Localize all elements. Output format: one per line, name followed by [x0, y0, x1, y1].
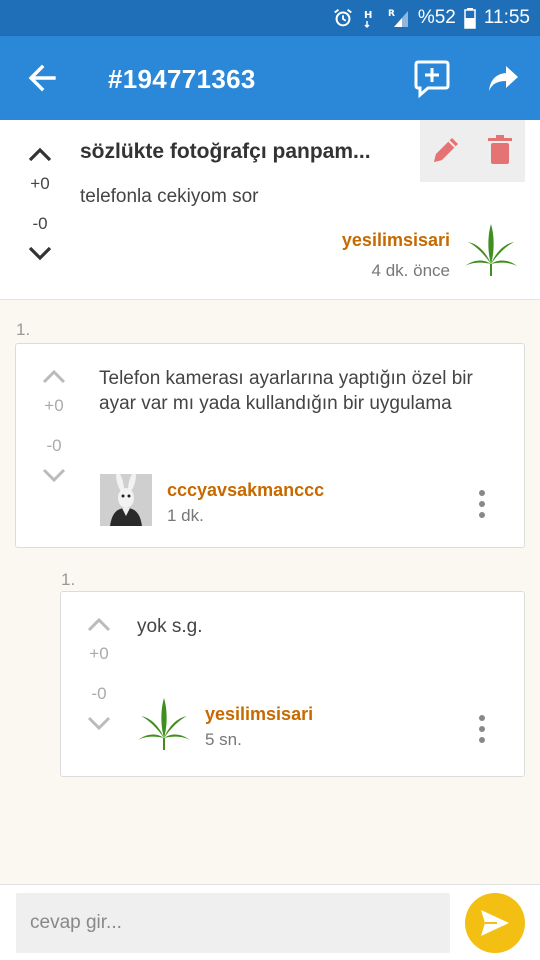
delete-trash-icon[interactable] — [484, 134, 516, 166]
status-bar: H R %52 11:55 — [0, 0, 540, 36]
entry-time: 4 dk. önce — [371, 261, 450, 280]
upvote-chevron-icon[interactable] — [86, 616, 112, 634]
comment-author[interactable]: cccyavsakmanccc — [167, 480, 324, 501]
battery-icon — [464, 7, 476, 29]
send-button[interactable] — [465, 893, 525, 953]
downvote-chevron-icon[interactable] — [41, 466, 67, 484]
reply-bar — [0, 884, 540, 960]
downvote-count: -0 — [32, 214, 48, 233]
svg-text:H: H — [364, 10, 372, 21]
comment-time: 5 sn. — [205, 730, 242, 749]
comment-vote: +0 -0 — [79, 616, 119, 732]
downvote-chevron-icon[interactable] — [26, 244, 54, 264]
share-icon[interactable] — [486, 60, 522, 96]
entry-title[interactable]: sözlükte fotoğrafçı panpam... — [80, 140, 398, 164]
downvote-count: -0 — [91, 684, 107, 703]
entry-vote: +0 -0 — [20, 144, 60, 264]
signal-h-icon: H — [362, 7, 380, 29]
clock: 11:55 — [483, 7, 530, 28]
back-arrow-icon[interactable] — [24, 62, 60, 94]
comment-author[interactable]: yesilimsisari — [205, 704, 313, 725]
add-comment-icon[interactable] — [412, 58, 452, 99]
upvote-count: +0 — [30, 174, 50, 193]
cell-signal-icon: R — [388, 7, 410, 29]
cannabis-leaf-icon[interactable] — [464, 222, 518, 283]
comment-card: +0 -0 yok s.g. yesilimsisari 5 sn. — [60, 591, 525, 777]
more-options-icon[interactable] — [476, 489, 488, 519]
comment-vote: +0 -0 — [34, 368, 74, 484]
comment-body: yok s.g. — [137, 616, 203, 637]
upvote-count: +0 — [44, 396, 64, 415]
app-bar: #194771363 — [0, 36, 540, 120]
reply-input[interactable] — [16, 893, 450, 953]
downvote-chevron-icon[interactable] — [86, 714, 112, 732]
upvote-chevron-icon[interactable] — [26, 144, 54, 164]
comment-body: Telefon kamerası ayarlarına yaptığın öze… — [99, 368, 473, 414]
comment-time: 1 dk. — [167, 506, 204, 525]
comment-index: 1. — [16, 320, 31, 339]
rabbit-mask-photo-icon[interactable] — [100, 474, 152, 526]
entry-author[interactable]: yesilimsisari — [342, 230, 450, 251]
entry-actions — [420, 120, 525, 182]
edit-pencil-icon[interactable] — [430, 134, 462, 166]
downvote-count: -0 — [46, 436, 62, 455]
battery-percent: %52 — [417, 7, 456, 28]
comment-index: 1. — [61, 570, 76, 589]
upvote-count: +0 — [89, 644, 109, 663]
page-title: #194771363 — [108, 64, 256, 94]
svg-text:R: R — [388, 9, 395, 19]
comment-card: +0 -0 Telefon kamerası ayarlarına yaptığ… — [15, 343, 525, 548]
alarm-icon — [332, 7, 354, 29]
send-icon — [481, 910, 509, 936]
more-options-icon[interactable] — [476, 714, 488, 744]
upvote-chevron-icon[interactable] — [41, 368, 67, 386]
entry-body: telefonla cekiyom sor — [80, 186, 259, 207]
cannabis-leaf-icon[interactable] — [137, 696, 191, 757]
